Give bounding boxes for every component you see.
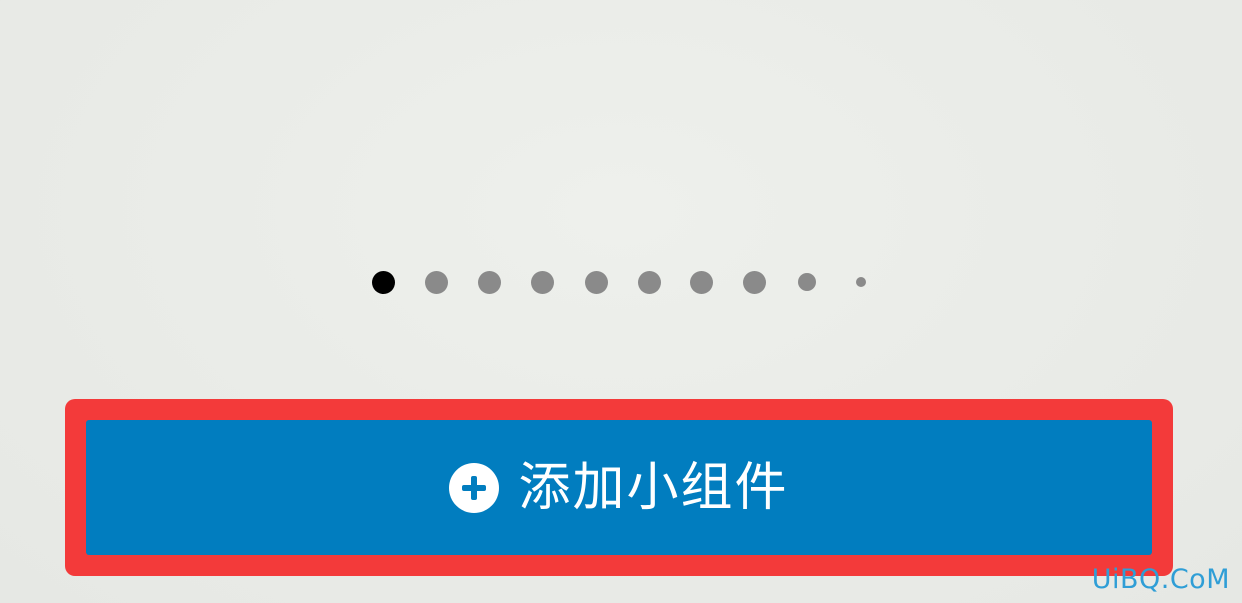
plus-circle-icon [449,462,500,513]
add-widget-label: 添加小组件 [518,457,789,518]
page-dot-5[interactable] [585,271,608,294]
page-dot-2[interactable] [425,271,448,294]
page-dot-10[interactable] [856,277,866,287]
page-dot-7[interactable] [690,271,713,294]
watermark: UiBQ.CoM [1091,564,1230,595]
page-dot-4[interactable] [531,271,554,294]
page-dot-6[interactable] [638,271,661,294]
page-dot-9[interactable] [798,273,816,291]
page-dot-1[interactable] [372,271,395,294]
page-dot-8[interactable] [743,271,766,294]
add-widget-button[interactable]: 添加小组件 [86,420,1152,555]
page-dot-3[interactable] [478,271,501,294]
